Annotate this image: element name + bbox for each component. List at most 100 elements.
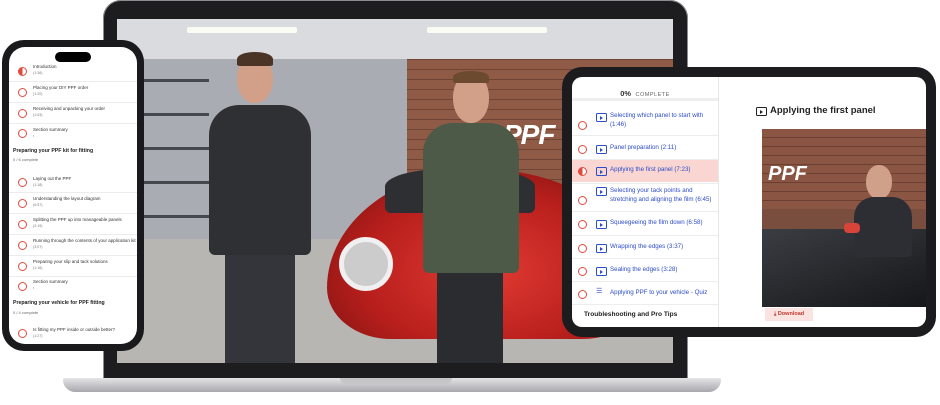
lesson-item[interactable]: Section summary ▪	[9, 277, 137, 295]
lesson-item[interactable]: Selecting your tack points and stretchin…	[572, 184, 718, 210]
lesson-title: Introduction	[33, 64, 57, 69]
lesson-item[interactable]: Introduction (1:36)	[9, 61, 137, 81]
progress-empty-icon	[18, 88, 27, 97]
tablet-frame: 0% COMPLETE Selecting which panel to sta…	[562, 67, 936, 337]
video-ceiling	[117, 19, 673, 63]
lesson-duration: (0:57)	[33, 203, 43, 207]
progress-percent: 0%	[620, 89, 632, 98]
section-title: Troubleshooting and Pro Tips	[584, 311, 678, 318]
lesson-label: Applying the first panel (7:23)	[610, 166, 691, 173]
lesson-title: Understanding the layout diagram	[33, 196, 101, 201]
laptop-notch	[340, 378, 452, 384]
lesson-duration: (1:36)	[33, 71, 43, 75]
lesson-label: Squeegeeing the film down (6:58)	[610, 219, 703, 226]
lesson-duration: (1:27)	[33, 334, 43, 338]
lesson-item[interactable]: Panel preparation (2:11)	[572, 137, 718, 159]
lesson-duration: (1:03)	[33, 113, 43, 117]
lesson-item[interactable]: Placing your DIY PPF order (1:20)	[9, 82, 137, 102]
section-count: 0 / 4 complete	[13, 310, 39, 315]
progress-empty-icon	[18, 282, 27, 291]
section-title: Preparing your PPF kit for fitting	[13, 148, 94, 154]
lesson-title: Running through the contents of your app…	[33, 238, 136, 243]
lesson-label: Sealing the edges (3:28)	[610, 266, 678, 273]
progress-empty-icon	[18, 220, 27, 229]
video-icon	[596, 145, 607, 154]
divider	[572, 304, 718, 305]
video-icon	[596, 167, 607, 176]
video-shelf	[139, 79, 209, 249]
car-headlight-left	[339, 237, 393, 291]
lesson-duration: (3:07)	[33, 245, 43, 249]
progress-empty-icon	[578, 121, 587, 130]
progress-half-icon	[18, 67, 27, 76]
lesson-title: Section summary	[33, 279, 68, 284]
download-button[interactable]: ⤓ Download	[765, 308, 813, 321]
lesson-title: Placing your DIY PPF order	[33, 85, 89, 90]
lesson-label: Selecting your tack points and stretchin…	[610, 187, 712, 203]
doc-icon: ▪	[33, 134, 35, 138]
phone-frame: Introduction (1:36) Placing your DIY PPF…	[2, 40, 144, 351]
video-icon	[596, 220, 607, 229]
lesson-item[interactable]: ☰ Applying PPF to your vehicle - Quiz	[572, 282, 718, 304]
lesson-item[interactable]: Running through the contents of your app…	[9, 235, 137, 255]
quiz-icon: ☰	[596, 288, 603, 295]
lesson-item[interactable]: Splitting the PPF up into manageable pan…	[9, 214, 137, 234]
lesson-item[interactable]: Sealing the edges (3:28)	[572, 259, 718, 281]
progress-empty-icon	[18, 199, 27, 208]
progress-empty-icon	[18, 241, 27, 250]
video-icon	[756, 107, 767, 116]
progress-half-icon	[578, 167, 587, 176]
doc-icon: ▪	[33, 286, 35, 290]
lesson-item[interactable]: Selecting which panel to start with (1:4…	[572, 108, 718, 134]
lesson-duration: (2:19)	[33, 224, 43, 228]
ceiling-light	[427, 27, 547, 33]
lesson-item[interactable]: Wrapping the edges (3:37)	[572, 236, 718, 258]
ceiling-light	[187, 27, 297, 33]
lesson-duration: (1:20)	[33, 92, 43, 96]
progress-bar	[572, 98, 718, 101]
video-icon	[596, 187, 607, 196]
progress-empty-icon	[18, 329, 27, 338]
lesson-item[interactable]: Section summary ▪	[9, 124, 137, 142]
video-icon	[596, 267, 607, 276]
lesson-label: Wrapping the edges (3:37)	[610, 243, 684, 250]
lesson-title: Section summary	[33, 127, 68, 132]
lesson-duration: (1:18)	[33, 183, 43, 187]
progress-empty-icon	[578, 267, 587, 276]
lesson-title: Is fitting my PPF inside or outside bett…	[33, 327, 116, 332]
lesson-title: Laying out the PPF	[33, 176, 72, 181]
lesson-label: Panel preparation (2:11)	[610, 144, 677, 151]
lesson-duration: (1:16)	[33, 266, 43, 270]
lesson-item-active[interactable]: Applying the first panel (7:23)	[572, 160, 718, 182]
progress-empty-icon	[578, 145, 587, 154]
progress-empty-icon	[18, 109, 27, 118]
lesson-item[interactable]: Is fitting my PPF inside or outside bett…	[9, 323, 137, 343]
video-icon	[596, 113, 607, 122]
video-logo: PPF	[768, 163, 807, 185]
section-count: 0 / 6 complete	[13, 157, 39, 162]
lesson-label: Applying PPF to your vehicle - Quiz	[610, 289, 708, 296]
lesson-title: Receiving and unpacking your order	[33, 106, 106, 111]
lesson-label: Selecting which panel to start with (1:4…	[610, 112, 704, 128]
progress-empty-icon	[578, 220, 587, 229]
lesson-item[interactable]: Receiving and unpacking your order (1:03…	[9, 103, 137, 123]
lesson-video[interactable]: PPF	[762, 129, 926, 307]
lesson-item[interactable]: Understanding the layout diagram (0:57)	[9, 193, 137, 213]
tablet-screen: 0% COMPLETE Selecting which panel to sta…	[572, 77, 926, 327]
progress-empty-icon	[18, 178, 27, 187]
section-title: Preparing your vehicle for PPF fitting	[13, 300, 105, 306]
lesson-item[interactable]: Laying out the PPF (1:18)	[9, 172, 137, 192]
lesson-item[interactable]: Squeegeeing the film down (6:58)	[572, 212, 718, 234]
lesson-item[interactable]: Preparing your slip and tack solutions (…	[9, 256, 137, 276]
video-icon	[596, 244, 607, 253]
lesson-title: Splitting the PPF up into manageable pan…	[33, 217, 122, 222]
lesson-heading: Applying the first panel	[770, 105, 876, 116]
course-sidebar: 0% COMPLETE Selecting which panel to sta…	[572, 77, 719, 327]
technician-body	[854, 197, 912, 257]
progress-empty-icon	[578, 196, 587, 205]
progress-empty-icon	[578, 244, 587, 253]
technician-head	[866, 165, 892, 199]
divider	[572, 135, 718, 136]
progress-empty-icon	[18, 262, 27, 271]
progress-empty-icon	[578, 290, 587, 299]
